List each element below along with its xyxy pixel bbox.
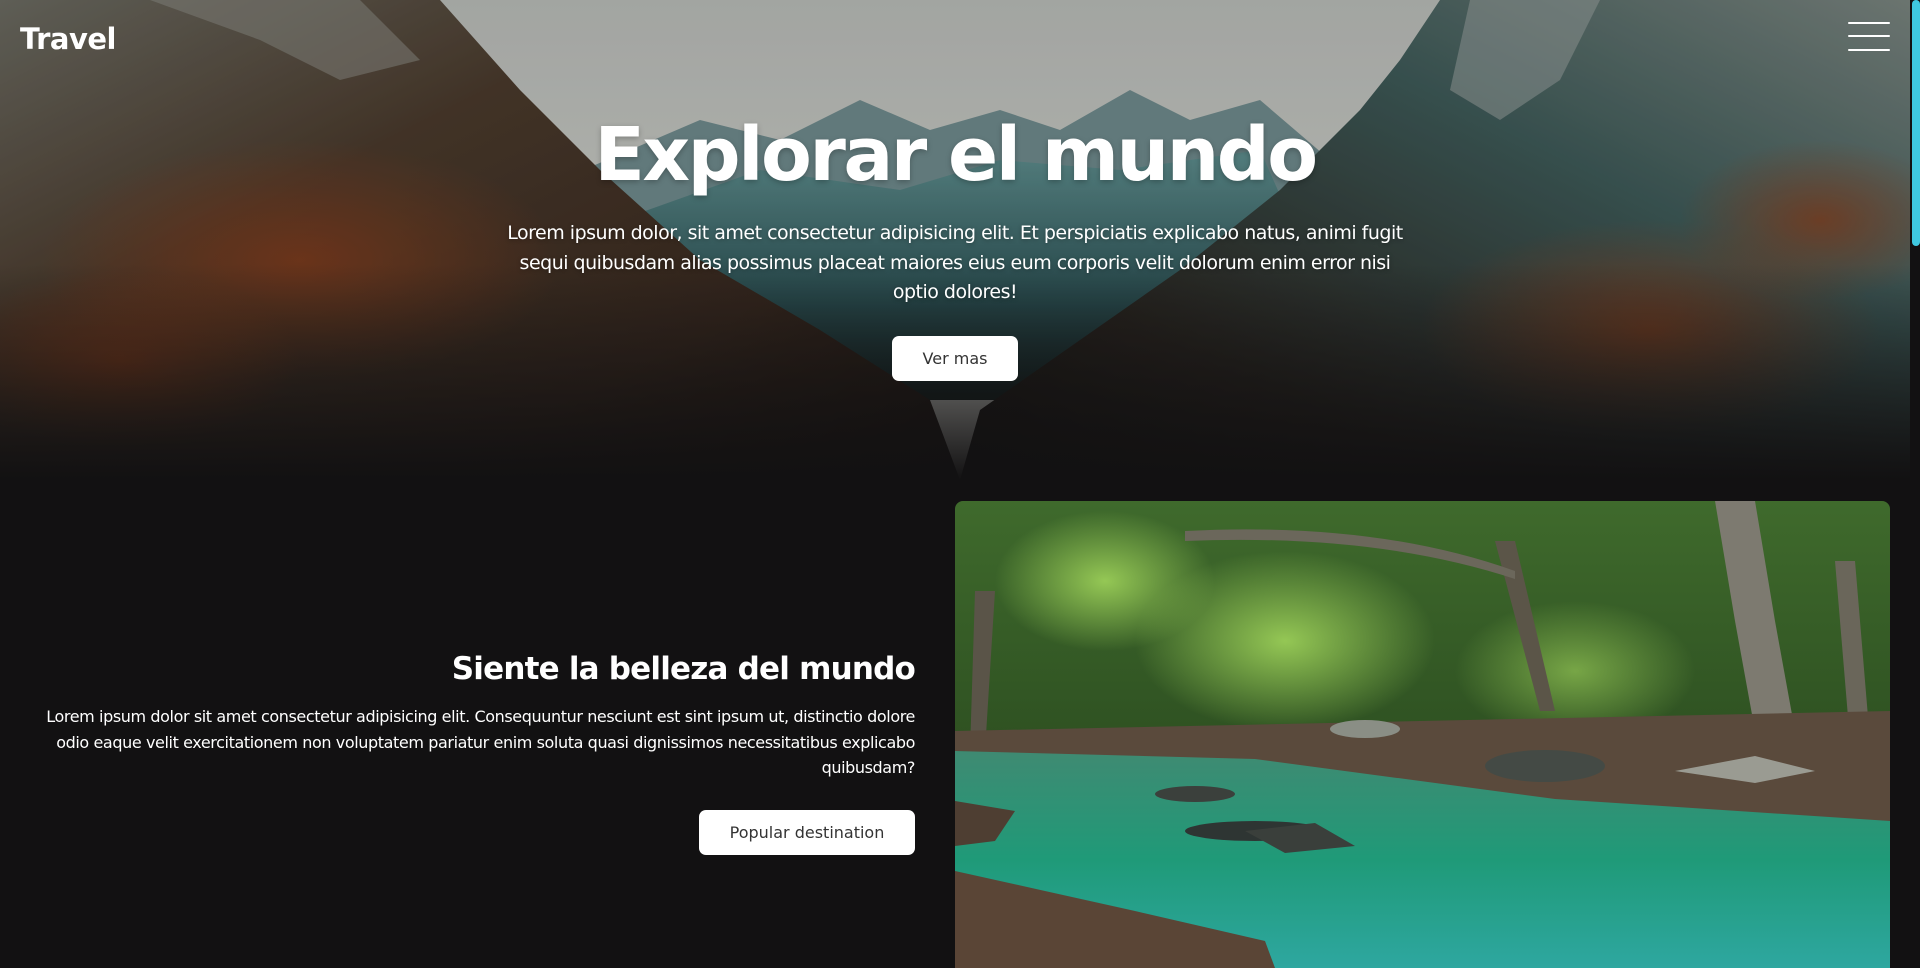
feature-description: Lorem ipsum dolor sit amet consectetur a… (46, 707, 915, 777)
menu-line (1848, 35, 1890, 37)
hero-section: Travel Explorar el mundo Lorem ipsum dol… (0, 0, 1920, 480)
popular-destination-button[interactable]: Popular destination (699, 810, 915, 855)
menu-line (1848, 49, 1890, 51)
ver-mas-button[interactable]: Ver mas (892, 336, 1018, 381)
menu-line (1848, 22, 1890, 24)
hero-description: Lorem ipsum dolor, sit amet consectetur … (507, 222, 1403, 303)
forest-river-image (955, 501, 1890, 968)
scrollbar-thumb[interactable] (1912, 0, 1920, 246)
site-logo[interactable]: Travel (20, 22, 116, 56)
hamburger-menu-icon[interactable] (1848, 20, 1890, 54)
feature-title: Siente la belleza del mundo (451, 651, 916, 687)
hero-title: Explorar el mundo (594, 112, 1318, 198)
